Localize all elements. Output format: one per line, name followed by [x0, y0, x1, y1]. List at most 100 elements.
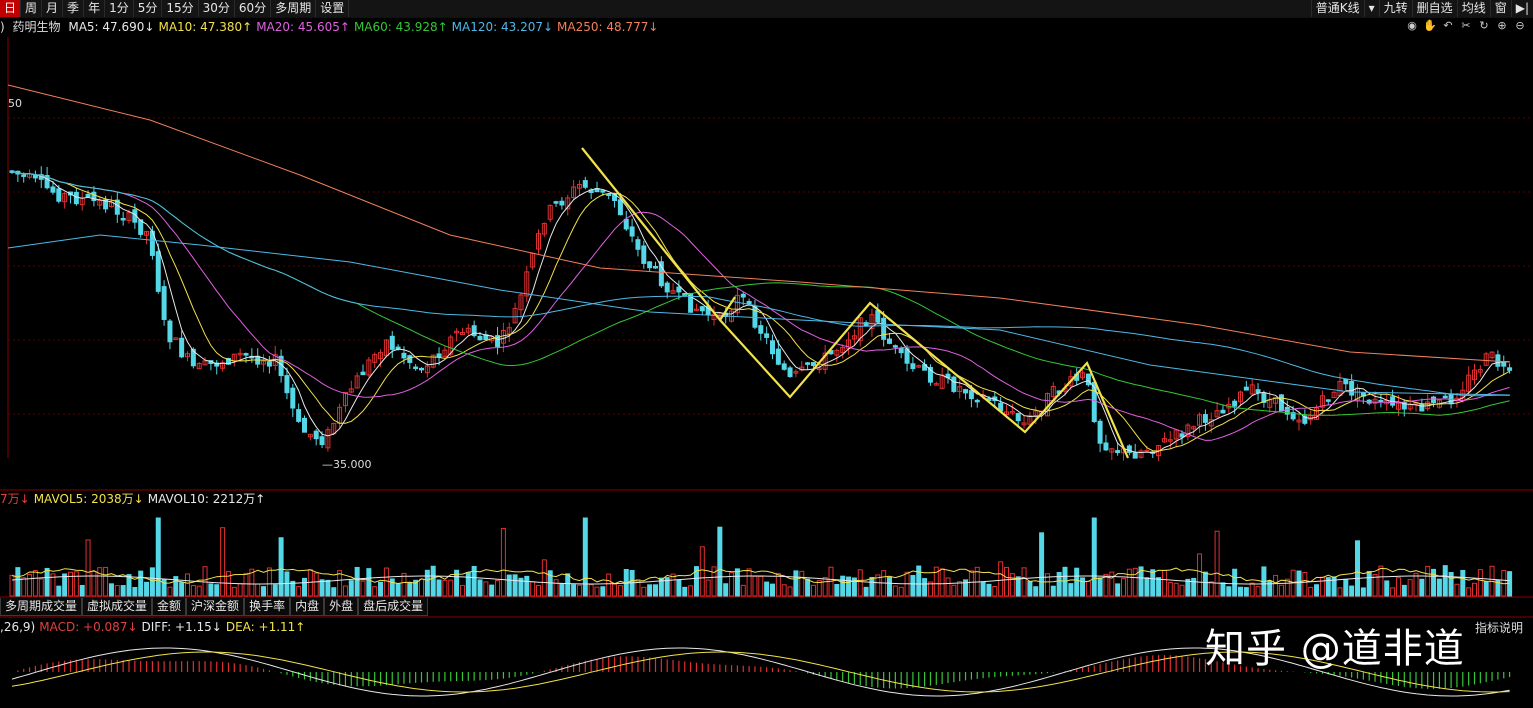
- volume-bar: [980, 581, 986, 597]
- candle-body: [1378, 399, 1384, 403]
- volume-bar: [1015, 576, 1021, 597]
- candle-body: [1097, 420, 1103, 444]
- volume-bar: [313, 572, 319, 597]
- volume-bar: [612, 583, 618, 597]
- price-level-50: 50: [8, 97, 22, 110]
- candle-body: [1115, 450, 1121, 454]
- candle-body: [1220, 409, 1226, 414]
- volume-bar: [506, 574, 512, 597]
- indicator-tab[interactable]: 沪深金额: [186, 598, 245, 616]
- candle-body: [781, 363, 787, 370]
- volume-bar: [1109, 571, 1115, 597]
- volume-bar: [1220, 582, 1226, 597]
- indicator-tab[interactable]: 金额: [152, 598, 187, 616]
- volume-bar: [1255, 586, 1261, 597]
- volume-bar: [243, 572, 249, 597]
- volume-bar: [214, 584, 220, 597]
- candle-body: [1495, 354, 1501, 367]
- volume-bar: [1208, 581, 1214, 597]
- volume-bar: [1267, 580, 1273, 597]
- indicator-tab[interactable]: 内盘: [290, 598, 325, 616]
- volume-bar: [1401, 584, 1407, 597]
- volume-bar: [138, 570, 144, 597]
- volume-bar: [27, 573, 33, 597]
- volume-bar: [869, 576, 875, 597]
- volume-bar: [524, 575, 530, 597]
- volume-bar: [1156, 577, 1162, 597]
- candle-body: [21, 174, 27, 177]
- volume-bar: [1226, 586, 1232, 597]
- volume-bar: [477, 579, 483, 597]
- volume-bar: [1097, 577, 1103, 597]
- volume-bar: [781, 584, 787, 597]
- volume-bar: [653, 584, 658, 597]
- ma120-smooth-line: [7, 234, 1511, 396]
- candle-body: [155, 251, 161, 292]
- volume-bar: [237, 583, 243, 597]
- volume-bar: [114, 585, 120, 597]
- candle-body: [1419, 403, 1425, 412]
- volume-bar: [424, 569, 430, 597]
- candle-body: [910, 363, 916, 370]
- candle-body: [892, 345, 898, 348]
- indicator-tab[interactable]: 虚拟成交量: [82, 598, 153, 616]
- volume-bar: [758, 575, 764, 597]
- volume-bar: [559, 583, 565, 597]
- candle-body: [559, 200, 565, 206]
- volume-bar: [296, 586, 302, 597]
- volume-bar: [922, 578, 928, 597]
- candle-body: [179, 337, 185, 358]
- candle-body: [413, 366, 419, 370]
- volume-bar: [448, 579, 454, 597]
- volume-bar: [530, 581, 536, 597]
- candle-body: [746, 301, 752, 304]
- candle-body: [1232, 400, 1238, 407]
- volume-legend-item: MAVOL5: 2038万↓: [33, 492, 144, 506]
- indicator-tab[interactable]: 换手率: [244, 598, 291, 616]
- candle-body: [296, 409, 302, 422]
- volume-bar: [1466, 587, 1472, 597]
- volume-bar: [588, 584, 594, 597]
- candle-body: [161, 286, 167, 320]
- volume-bar: [132, 586, 138, 597]
- volume-bar: [682, 586, 688, 597]
- volume-bar: [863, 586, 869, 597]
- volume-bar: [1249, 582, 1255, 597]
- volume-bar: [1214, 530, 1220, 597]
- volume-bar: [1302, 571, 1308, 597]
- candle-body: [1507, 367, 1513, 371]
- candle-body: [699, 306, 705, 312]
- volume-bar: [787, 586, 793, 597]
- volume-bar: [489, 584, 495, 597]
- volume-bar: [1454, 583, 1460, 597]
- volume-bar: [1173, 582, 1179, 597]
- volume-bar: [144, 581, 150, 597]
- volume-bar: [594, 586, 600, 597]
- volume-bar: [278, 537, 284, 597]
- volume-bar: [383, 567, 389, 597]
- indicator-tab[interactable]: 外盘: [324, 598, 359, 616]
- volume-bar: [38, 578, 44, 597]
- candle-body: [313, 430, 319, 440]
- volume-bar: [21, 577, 27, 597]
- volume-bar: [202, 566, 208, 597]
- candle-body: [974, 399, 980, 403]
- volume-bar: [512, 574, 518, 597]
- candle-body: [120, 217, 126, 221]
- candle-body: [243, 353, 249, 356]
- candle-body: [173, 337, 179, 340]
- volume-bar: [770, 583, 775, 597]
- candle-body: [56, 188, 62, 202]
- indicator-tab[interactable]: 多周期成交量: [0, 598, 83, 616]
- volume-bar: [272, 584, 278, 597]
- volume-bar: [190, 585, 196, 597]
- candle-body: [407, 355, 413, 363]
- indicator-help-link[interactable]: 指标说明: [1475, 619, 1523, 636]
- volume-bar: [536, 584, 541, 597]
- volume-bar: [120, 585, 126, 597]
- candle-body: [1501, 362, 1507, 367]
- indicator-tab[interactable]: 盘后成交量: [358, 598, 429, 616]
- volume-bar: [1278, 584, 1284, 597]
- candle-body: [436, 353, 442, 358]
- watermark: 知乎 @道非道: [1205, 626, 1465, 672]
